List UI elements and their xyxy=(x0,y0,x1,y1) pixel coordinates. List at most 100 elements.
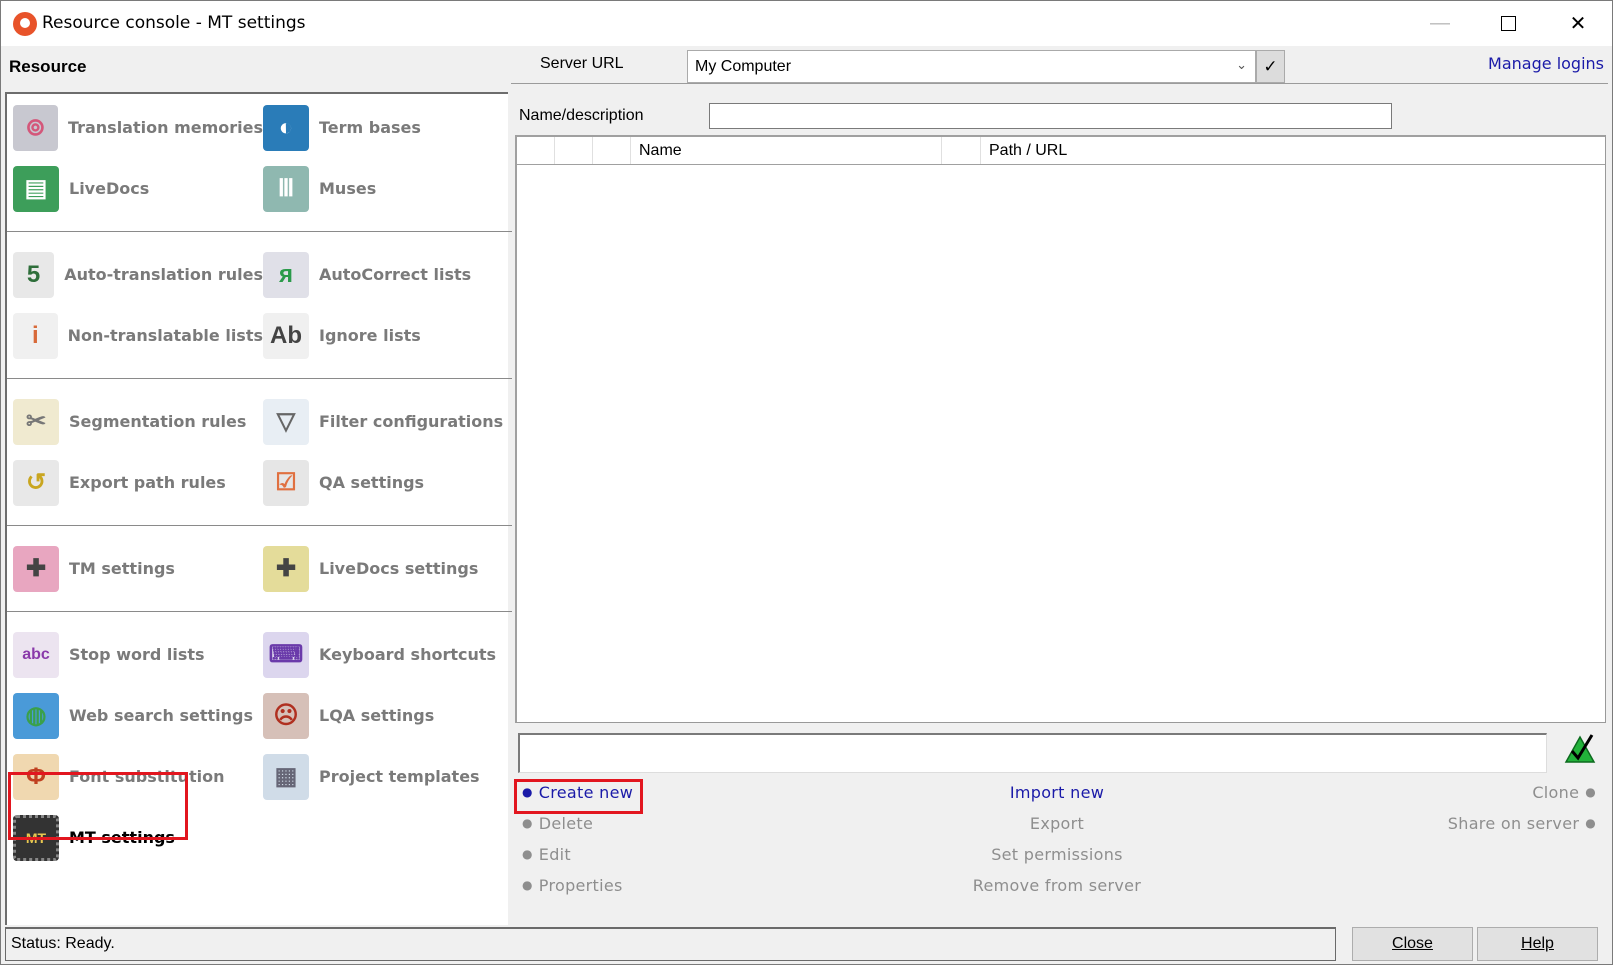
web-search-settings-icon: ◍ xyxy=(13,692,59,739)
action-properties[interactable]: ● Properties xyxy=(516,876,623,895)
sidebar-item-label: LQA settings xyxy=(319,706,435,725)
sidebar-item-term-bases[interactable]: ◐ Term bases xyxy=(263,97,513,158)
project-templates-icon: ▦ xyxy=(263,753,309,800)
server-url-dropdown[interactable]: My Computer ⌄ xyxy=(687,50,1256,83)
sidebar-item-label: Non-translatable lists xyxy=(67,326,263,345)
checkmark-icon: ✓ xyxy=(1263,56,1278,76)
sidebar-item-livedocs-settings[interactable]: ✚ LiveDocs settings xyxy=(263,538,513,599)
bullet-icon: ● xyxy=(1585,785,1596,799)
bullet-icon: ● xyxy=(522,878,533,892)
table-header: Name Path / URL xyxy=(517,137,1605,165)
sidebar-item-stop-word-lists[interactable]: abc Stop word lists xyxy=(13,624,263,685)
close-window-button[interactable]: ✕ xyxy=(1548,1,1608,46)
maximize-button[interactable] xyxy=(1478,1,1538,46)
action-set-permissions[interactable]: Set permissions xyxy=(907,845,1207,864)
sidebar-item-label: AutoCorrect lists xyxy=(319,265,472,284)
close-button[interactable]: Close xyxy=(1352,927,1473,961)
manage-logins-link[interactable]: Manage logins xyxy=(1488,54,1604,73)
action-label: Edit xyxy=(538,845,571,864)
ignore-lists-icon: Ab xyxy=(263,312,309,359)
highlight-mt-settings xyxy=(8,772,188,840)
maximize-icon xyxy=(1500,16,1516,31)
minimize-icon: — xyxy=(1430,12,1450,34)
resource-group: ✚ TM settings ✚ LiveDocs settings xyxy=(7,526,512,612)
sidebar-item-qa-settings[interactable]: ☑ QA settings xyxy=(263,452,513,513)
action-remove-from-server[interactable]: Remove from server xyxy=(907,876,1207,895)
description-box[interactable] xyxy=(518,733,1547,773)
keyboard-shortcuts-icon: ⌨ xyxy=(263,631,309,678)
action-label: Delete xyxy=(538,814,594,833)
sidebar-item-label: Segmentation rules xyxy=(69,412,247,431)
sidebar-item-label: Project templates xyxy=(319,767,480,786)
sidebar-item-label: Filter configurations xyxy=(319,412,504,431)
action-clone[interactable]: Clone ● xyxy=(1532,783,1602,802)
server-confirm-button[interactable]: ✓ xyxy=(1256,50,1285,83)
help-button[interactable]: Help xyxy=(1477,927,1598,961)
action-edit[interactable]: ● Edit xyxy=(516,845,571,864)
sidebar-item-segmentation-rules[interactable]: ✂ Segmentation rules xyxy=(13,391,263,452)
sidebar-item-livedocs[interactable]: ▤ LiveDocs xyxy=(13,158,263,219)
column-header-name[interactable]: Name xyxy=(631,137,942,164)
resource-group: ✂ Segmentation rules ▽ Filter configuration… xyxy=(7,379,512,526)
sidebar-item-filter-configurations[interactable]: ▽ Filter configurations xyxy=(263,391,513,452)
column-header[interactable] xyxy=(942,137,981,164)
sidebar-item-project-templates[interactable]: ▦ Project templates xyxy=(263,746,513,807)
action-export[interactable]: Export xyxy=(907,814,1207,833)
name-description-input[interactable] xyxy=(709,103,1392,129)
resource-group: ⊚ Translation memories ◐ Term bases ▤ LiveDoc… xyxy=(7,94,512,232)
server-url-value: My Computer xyxy=(695,58,792,75)
action-label: Properties xyxy=(538,876,623,895)
livedocs-settings-icon: ✚ xyxy=(263,545,309,592)
sidebar-item-label: Web search settings xyxy=(69,706,253,725)
filter-configurations-icon: ▽ xyxy=(263,398,309,445)
sidebar-item-lqa-settings[interactable]: ☹ LQA settings xyxy=(263,685,513,746)
resource-table[interactable]: Name Path / URL xyxy=(515,135,1606,723)
title-bar: Resource console - MT settings — ✕ xyxy=(1,1,1612,46)
column-header[interactable] xyxy=(555,137,593,164)
non-translatable-lists-icon: i xyxy=(13,312,58,359)
action-delete[interactable]: ● Delete xyxy=(516,814,593,833)
column-header[interactable] xyxy=(593,137,631,164)
name-description-label: Name/description xyxy=(519,107,644,124)
divider xyxy=(511,83,1608,84)
sidebar-item-label: Term bases xyxy=(319,118,421,137)
autocorrect-lists-icon: я xyxy=(263,251,309,298)
close-button-label: Close xyxy=(1392,935,1433,952)
sidebar-item-export-path-rules[interactable]: ↺ Export path rules xyxy=(13,452,263,513)
apply-check-icon[interactable] xyxy=(1563,733,1597,765)
sidebar-item-autocorrect-lists[interactable]: я AutoCorrect lists xyxy=(263,244,513,305)
server-url-label: Server URL xyxy=(540,55,624,72)
sidebar-item-label: Export path rules xyxy=(69,473,226,492)
bullet-icon: ● xyxy=(522,847,533,861)
sidebar-item-non-translatable-lists[interactable]: i Non-translatable lists xyxy=(13,305,263,366)
sidebar-item-web-search-settings[interactable]: ◍ Web search settings xyxy=(13,685,263,746)
sidebar-item-label: TM settings xyxy=(69,559,175,578)
close-icon: ✕ xyxy=(1569,13,1587,35)
sidebar-item-keyboard-shortcuts[interactable]: ⌨ Keyboard shortcuts xyxy=(263,624,513,685)
stop-word-lists-icon: abc xyxy=(13,631,59,678)
sidebar-item-label: Translation memories xyxy=(67,118,263,137)
sidebar-item-muses[interactable]: Ⅲ Muses xyxy=(263,158,513,219)
sidebar-item-label: QA settings xyxy=(319,473,425,492)
bullet-icon: ● xyxy=(1585,816,1596,830)
sidebar-item-label: Muses xyxy=(319,179,377,198)
term-bases-icon: ◐ xyxy=(263,104,309,151)
tm-settings-icon: ✚ xyxy=(13,545,59,592)
app-logo-icon xyxy=(13,12,37,36)
sidebar-item-tm-settings[interactable]: ✚ TM settings xyxy=(13,538,263,599)
sidebar-item-label: Auto-translation rules xyxy=(64,265,263,284)
action-import-new[interactable]: Import new xyxy=(907,783,1207,802)
segmentation-rules-icon: ✂ xyxy=(13,398,59,445)
action-share-on-server[interactable]: Share on server ● xyxy=(1448,814,1602,833)
sidebar-item-translation-memories[interactable]: ⊚ Translation memories xyxy=(13,97,263,158)
sidebar-item-ignore-lists[interactable]: Ab Ignore lists xyxy=(263,305,513,366)
export-path-rules-icon: ↺ xyxy=(13,459,59,506)
column-header[interactable] xyxy=(517,137,555,164)
resource-header: Resource xyxy=(9,57,87,76)
minimize-button[interactable]: — xyxy=(1410,1,1470,46)
resource-group: 5 Auto-translation rules я AutoCorrect list… xyxy=(7,232,512,379)
resource-grid: ⊚ Translation memories ◐ Term bases ▤ LiveDoc… xyxy=(7,97,512,219)
column-header-path-url[interactable]: Path / URL xyxy=(981,137,1605,164)
sidebar-item-auto-translation-rules[interactable]: 5 Auto-translation rules xyxy=(13,244,263,305)
muses-icon: Ⅲ xyxy=(263,165,309,212)
